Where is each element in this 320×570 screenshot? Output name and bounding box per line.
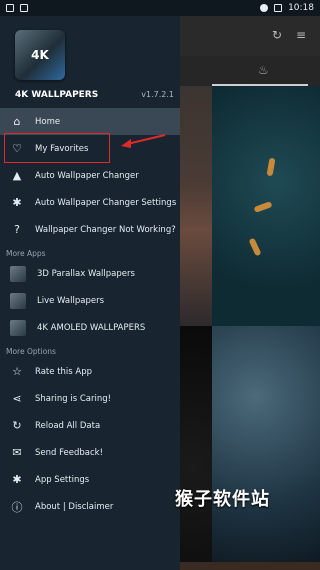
mountain-icon: ▲ — [12, 169, 22, 182]
notification-icon-2 — [20, 4, 28, 12]
amoled-app-icon — [10, 319, 26, 336]
menu-item-label: Wallpaper Changer Not Working? — [35, 224, 176, 235]
menu-item-feedback[interactable]: ✉ Send Feedback! — [0, 439, 180, 466]
menu-item-share[interactable]: ⋖ Sharing is Caring! — [0, 385, 180, 412]
highlight-box — [4, 133, 110, 163]
star-icon: ☆ — [12, 365, 22, 378]
question-icon: ? — [14, 223, 20, 236]
wallpaper-thumbnail[interactable] — [212, 562, 320, 570]
menu-item-reload[interactable]: ↻ Reload All Data — [0, 412, 180, 439]
app-toolbar: ↻ ≡ — [180, 16, 320, 56]
menu-item-label: Reload All Data — [35, 420, 101, 431]
menu-item-label: 4K AMOLED WALLPAPERS — [37, 322, 146, 333]
app-logo: 4K — [15, 30, 65, 80]
wifi-icon — [260, 4, 269, 12]
menu-item-live-wallpapers[interactable]: Live Wallpapers — [0, 287, 180, 314]
navigation-drawer: 4K 4K WALLPAPERS v1.7.2.1 ⌂ Home ♡ My Fa… — [0, 16, 180, 570]
boat-shape — [253, 201, 273, 213]
wallpaper-thumbnail[interactable] — [180, 86, 212, 326]
watermark-text: 猴子软件站 — [175, 489, 270, 510]
menu-item-about[interactable]: ⓘ About | Disclaimer — [0, 493, 180, 520]
menu-item-label: Auto Wallpaper Changer — [35, 170, 139, 181]
info-icon: ⓘ — [11, 500, 23, 514]
wallpaper-thumbnail[interactable] — [212, 86, 320, 326]
app-title: 4K WALLPAPERS — [15, 90, 99, 100]
popular-tab-icon[interactable]: ♨ — [258, 63, 269, 77]
menu-item-rate-app[interactable]: ☆ Rate this App — [0, 358, 180, 385]
boat-shape — [266, 157, 276, 177]
menu-item-changer-not-working[interactable]: ? Wallpaper Changer Not Working? — [0, 216, 180, 243]
refresh-icon[interactable]: ↻ — [272, 28, 282, 42]
menu-item-changer-settings[interactable]: ✱ Auto Wallpaper Changer Settings — [0, 189, 180, 216]
annotation-arrow-icon — [121, 134, 166, 148]
app-version: v1.7.2.1 — [141, 90, 174, 99]
settings-icon: ✱ — [12, 473, 22, 486]
status-bar: 10:18 — [0, 0, 320, 16]
boat-shape — [248, 237, 262, 257]
menu-item-app-settings[interactable]: ✱ App Settings — [0, 466, 180, 493]
menu-item-label: Home — [35, 116, 61, 127]
menu-item-label: About | Disclaimer — [35, 501, 114, 512]
sort-icon[interactable]: ≡ — [296, 28, 306, 42]
menu-item-amoled-wallpapers[interactable]: 4K AMOLED WALLPAPERS — [0, 314, 180, 341]
section-label-more-apps: More Apps — [6, 249, 46, 258]
menu-item-label: Sharing is Caring! — [35, 393, 112, 404]
wallpaper-thumbnail[interactable] — [180, 562, 212, 570]
home-icon: ⌂ — [13, 115, 21, 128]
drawer-header: 4K 4K WALLPAPERS v1.7.2.1 — [0, 16, 180, 108]
wallpaper-thumbnail[interactable] — [212, 326, 320, 562]
wallpaper-thumbnail[interactable] — [180, 326, 212, 562]
menu-item-label: Auto Wallpaper Changer Settings — [35, 197, 177, 208]
parallax-app-icon — [10, 265, 26, 282]
notification-icon — [6, 4, 14, 12]
menu-item-label: Rate this App — [35, 366, 93, 377]
menu-item-label: App Settings — [35, 474, 90, 485]
section-label-more-options: More Options — [6, 347, 56, 356]
share-icon: ⋖ — [12, 392, 22, 405]
reload-icon: ↻ — [12, 419, 22, 432]
menu-item-auto-wallpaper-changer[interactable]: ▲ Auto Wallpaper Changer — [0, 162, 180, 189]
menu-item-label: Send Feedback! — [35, 447, 103, 458]
menu-item-3d-parallax[interactable]: 3D Parallax Wallpapers — [0, 260, 180, 287]
feedback-icon: ✉ — [12, 446, 22, 459]
gear-icon: ✱ — [12, 196, 22, 209]
status-time: 10:18 — [288, 3, 314, 13]
menu-item-label: Live Wallpapers — [37, 295, 105, 306]
live-app-icon — [10, 292, 26, 309]
menu-item-label: 3D Parallax Wallpapers — [37, 268, 135, 279]
category-tabs: ♨ — [180, 56, 320, 86]
battery-icon — [274, 4, 283, 12]
